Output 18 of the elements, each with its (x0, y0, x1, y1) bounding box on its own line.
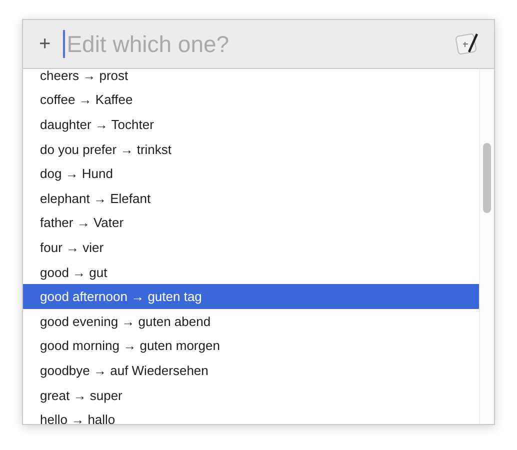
list-item[interactable]: elephant → Elefant (23, 186, 479, 211)
list-item[interactable]: good → gut (23, 260, 479, 284)
list-item[interactable]: daughter → Tochter (23, 112, 479, 137)
search-field[interactable]: Edit which one? (62, 30, 442, 58)
list-item[interactable]: great → super (23, 382, 479, 408)
list-item[interactable]: hello → hallo (23, 407, 479, 424)
scrollbar-thumb[interactable] (483, 143, 491, 213)
list-item[interactable]: dog → Hund (23, 161, 479, 186)
list-item[interactable]: good evening → guten abend (23, 308, 479, 334)
list-item[interactable]: coffee → Kaffee (23, 88, 479, 112)
list-item[interactable]: good afternoon → guten tag (23, 284, 479, 309)
list-item[interactable]: do you prefer → trinkst (23, 136, 479, 162)
list-item[interactable]: cheers → prost (23, 69, 479, 88)
list-item[interactable]: goodbye → auf Wiedersehen (23, 358, 479, 383)
list-item[interactable]: father → Vater (23, 210, 479, 236)
list-item[interactable]: good morning → guten morgen (23, 334, 479, 358)
add-button[interactable]: + (39, 32, 51, 56)
list-item[interactable]: four → vier (23, 235, 479, 260)
